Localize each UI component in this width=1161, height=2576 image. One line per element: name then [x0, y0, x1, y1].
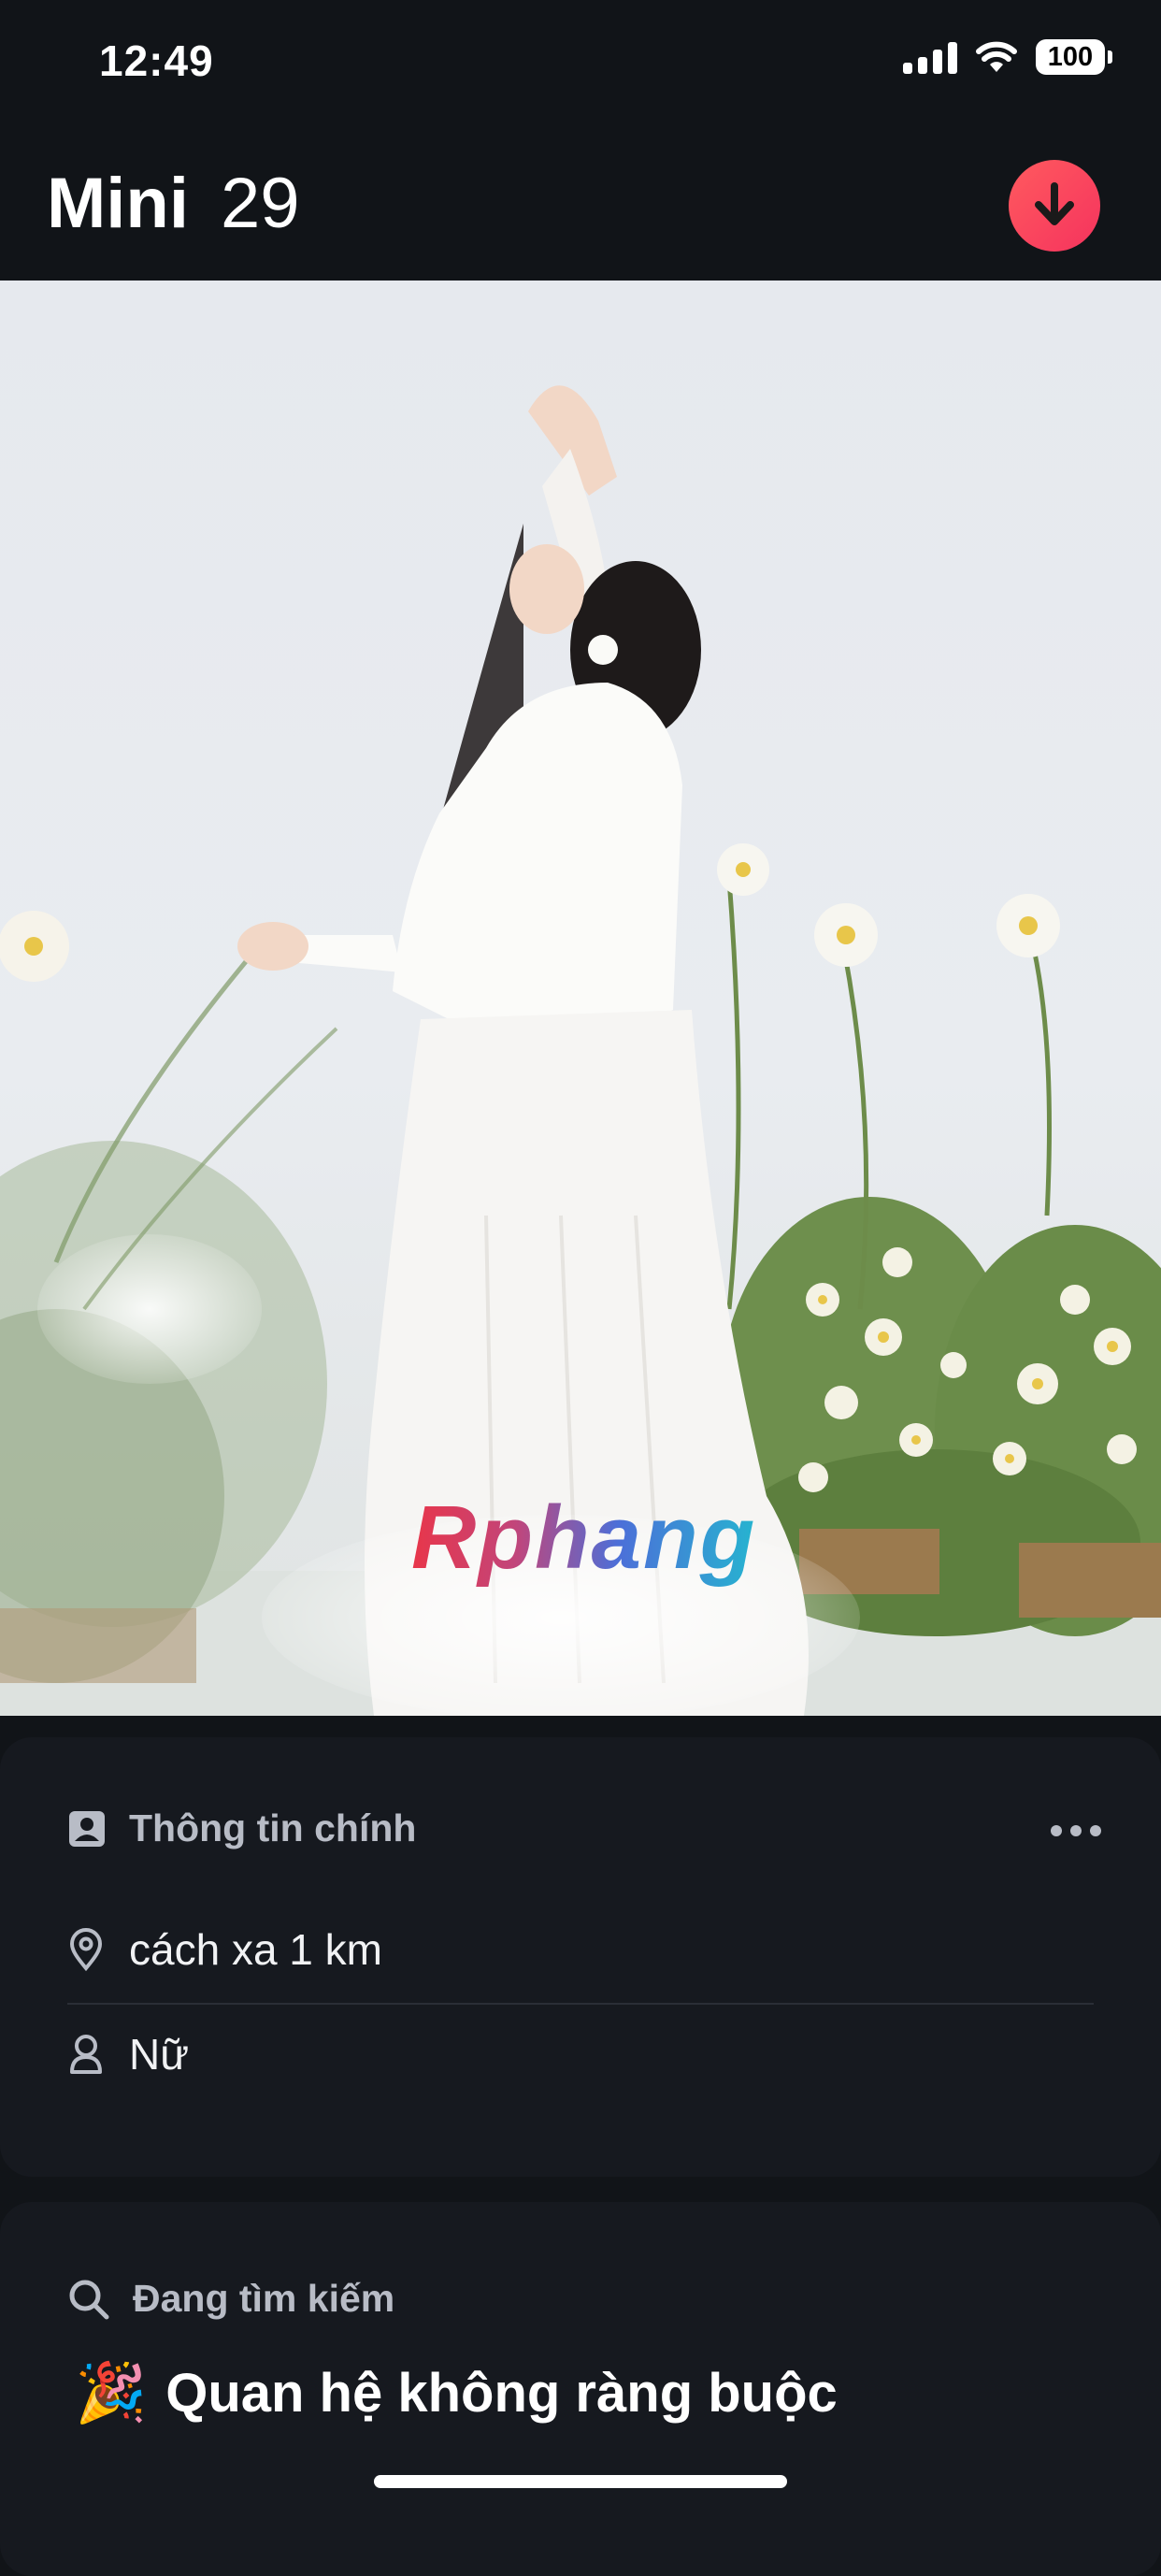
collapse-profile-button[interactable]: [1009, 160, 1100, 252]
more-options-button[interactable]: [1051, 1825, 1101, 1836]
status-bar: 12:49 100: [0, 0, 1161, 131]
looking-for-text: Quan hệ không ràng buộc: [165, 2363, 838, 2424]
main-info-title: Thông tin chính: [129, 1806, 417, 1849]
looking-for-value: 🎉 Quan hệ không ràng buộc: [75, 2359, 838, 2427]
looking-for-header: Đang tìm kiếm: [67, 2277, 394, 2321]
gender-row: Nữ: [67, 2029, 189, 2080]
profile-card-icon: [69, 1810, 105, 1847]
home-indicator[interactable]: [374, 2475, 787, 2488]
looking-for-title: Đang tìm kiếm: [133, 2277, 395, 2320]
gender-text: Nữ: [129, 2030, 190, 2079]
party-popper-icon: 🎉: [75, 2361, 148, 2425]
search-icon: [69, 2280, 109, 2319]
wifi-icon: [976, 41, 1017, 72]
download-arrow-icon: [1035, 182, 1074, 225]
main-info-card: Thông tin chính cách xa 1 km Nữ: [0, 1737, 1161, 2177]
photo-watermark: Rphang: [411, 1488, 757, 1588]
profile-header: Mini 29: [0, 140, 1161, 281]
profile-age: 29: [221, 164, 300, 243]
divider: [67, 2003, 1094, 2005]
looking-for-card: Đang tìm kiếm 🎉 Quan hệ không ràng buộc: [0, 2202, 1161, 2576]
signal-icon: [903, 40, 957, 74]
battery-icon: 100: [1036, 39, 1112, 75]
profile-name: Mini: [47, 164, 189, 243]
main-info-header: Thông tin chính: [67, 1806, 416, 1850]
distance-text: cách xa 1 km: [129, 1925, 382, 1974]
location-pin-icon: [69, 1928, 103, 1971]
battery-level: 100: [1047, 41, 1094, 72]
status-time: 12:49: [99, 36, 214, 85]
profile-photo[interactable]: Rphang: [0, 281, 1161, 1716]
more-dots-icon: [1051, 1825, 1062, 1836]
status-icons: 100: [903, 39, 1112, 75]
person-icon: [70, 2035, 102, 2074]
distance-row: cách xa 1 km: [67, 1924, 382, 1975]
